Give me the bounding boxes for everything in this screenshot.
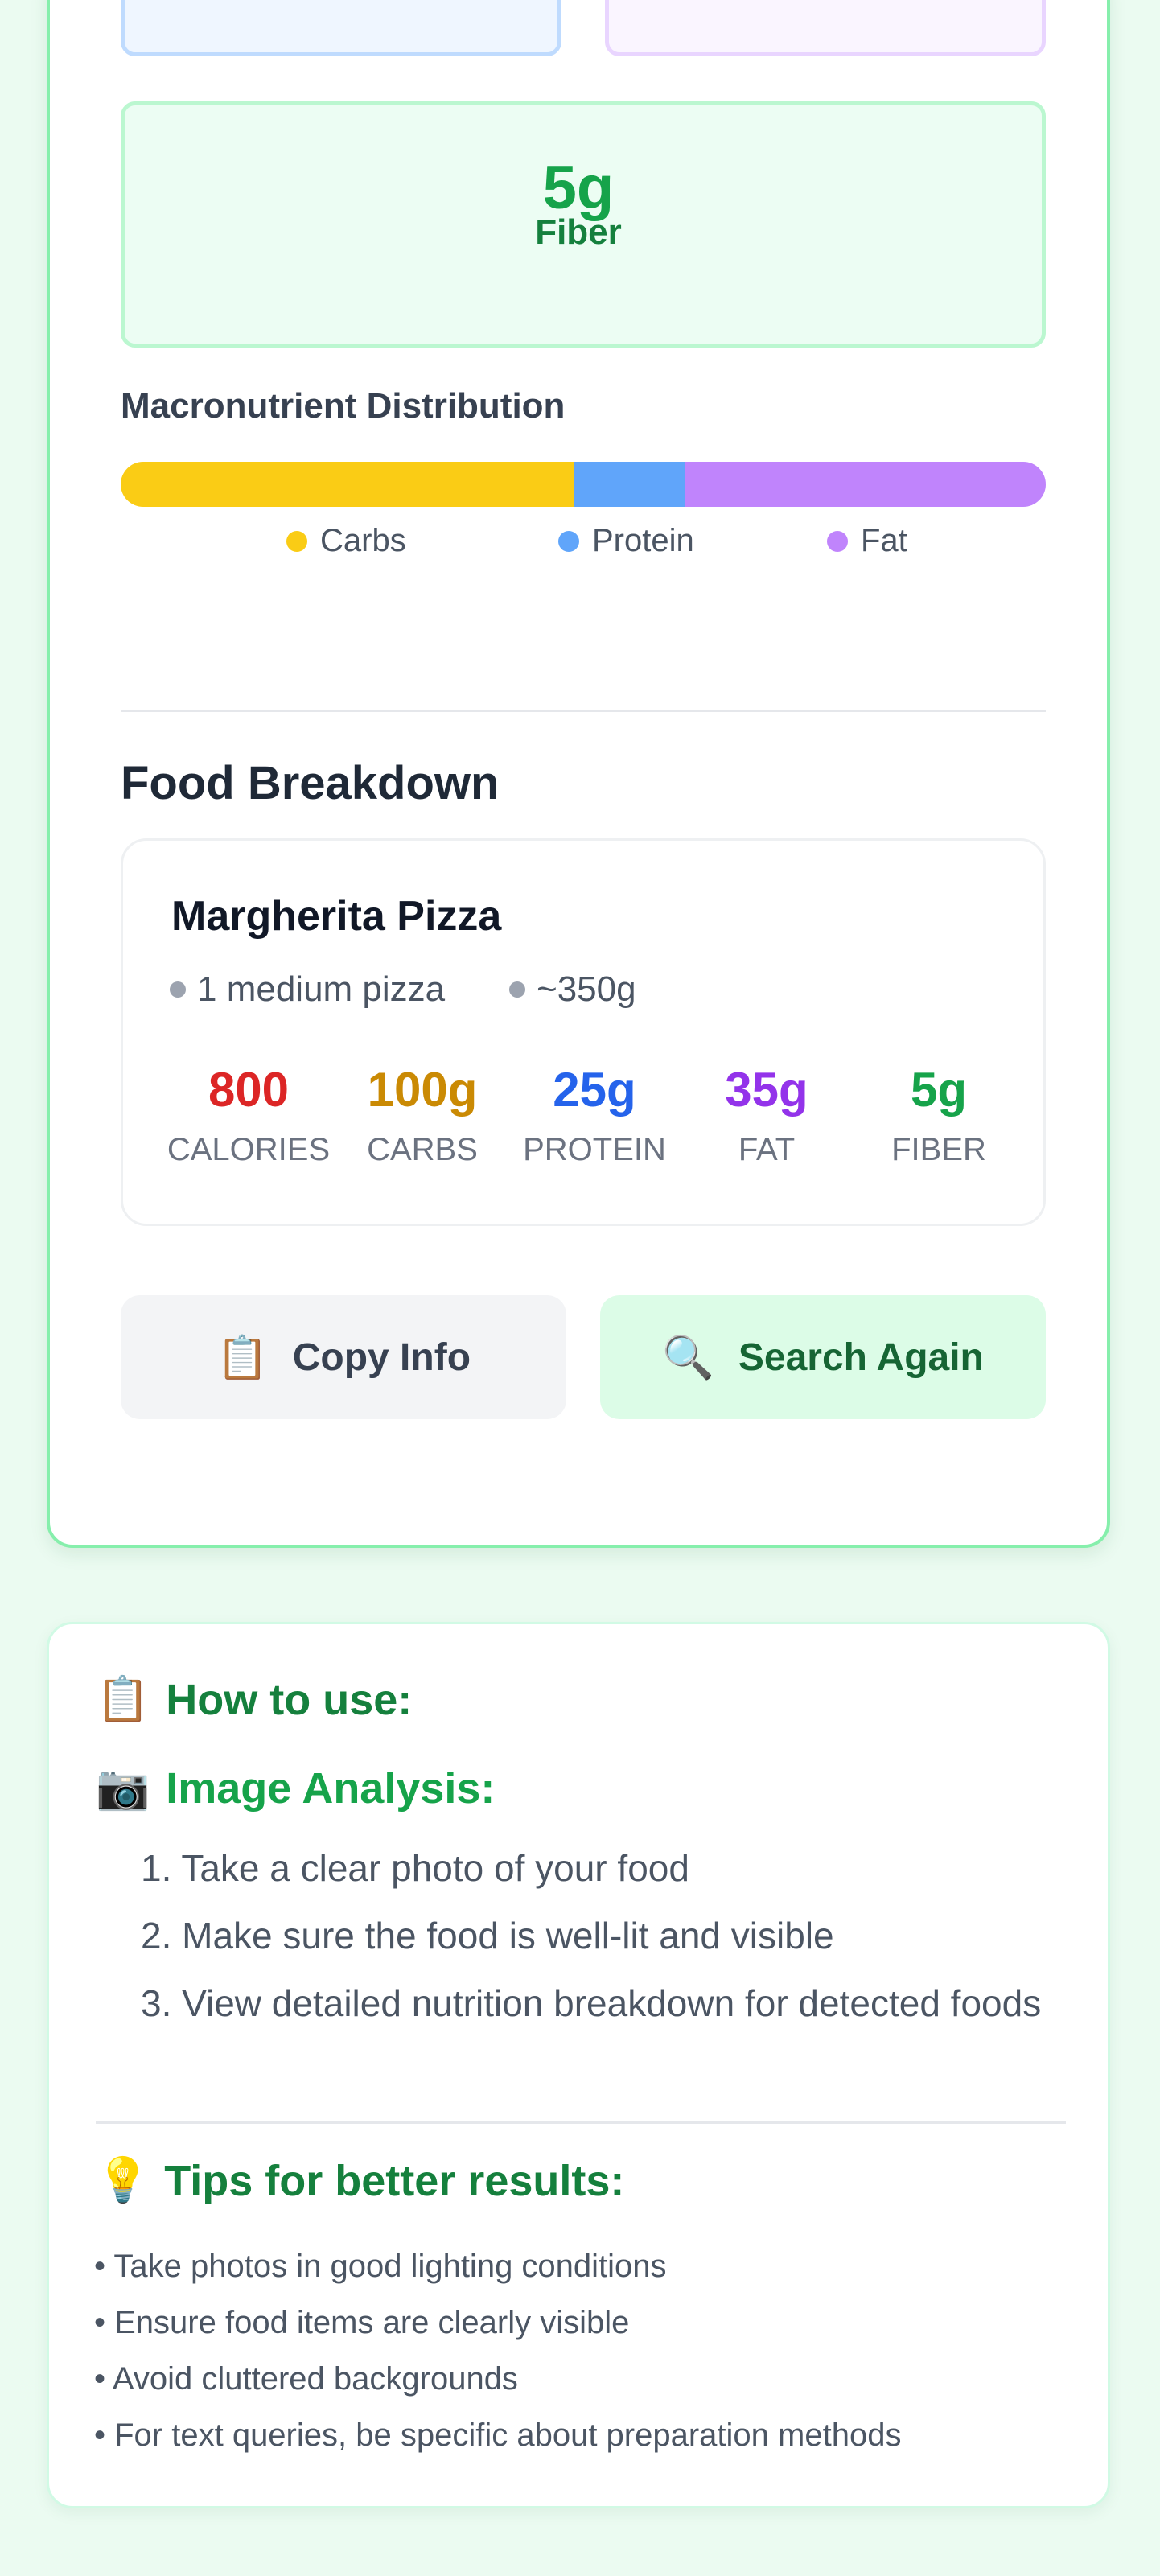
stat-fat-value: 35g (725, 1063, 808, 1117)
magnifier-icon: 🔍 (662, 1334, 714, 1381)
fiber-value: 5g (542, 154, 615, 222)
image-analysis-title: 📷 Image Analysis: (96, 1763, 495, 1813)
stat-protein-label: PROTEIN (523, 1132, 666, 1167)
step-item: 2. Make sure the food is well-lit and vi… (141, 1915, 834, 1957)
food-breakdown-title: Food Breakdown (121, 757, 500, 809)
protein-summary-box (121, 0, 561, 56)
food-name: Margherita Pizza (171, 893, 502, 940)
stat-calories-value: 800 (208, 1063, 290, 1117)
stat-fat: 35g FAT (678, 1066, 855, 1168)
stat-carbs: 100g CARBS (334, 1066, 511, 1168)
bullet-dot-icon (170, 981, 186, 998)
step-item: 1. Take a clear photo of your food (141, 1847, 689, 1889)
carbs-dot-icon (286, 530, 307, 552)
section-divider (121, 710, 1046, 712)
macro-distribution-title: Macronutrient Distribution (121, 386, 566, 426)
macro-distribution-bar (121, 462, 1046, 507)
fiber-label: Fiber (535, 212, 622, 252)
fat-segment (685, 462, 1046, 507)
tip-item: • Take photos in good lighting condition… (94, 2249, 667, 2284)
nutrition-results-card: 5g Fiber Macronutrient Distribution Carb… (47, 0, 1110, 1548)
food-portion-text: 1 medium pizza (197, 969, 446, 1009)
stat-fiber: 5g FIBER (850, 1066, 1027, 1168)
stat-fat-label: FAT (738, 1132, 796, 1167)
legend-fat-label: Fat (861, 523, 907, 558)
food-weight: ~350g (509, 969, 636, 1010)
how-to-use-title: 📋 How to use: (96, 1674, 412, 1725)
legend-carbs: Carbs (286, 523, 406, 559)
legend-protein-label: Protein (592, 523, 694, 558)
legend-fat: Fat (827, 523, 907, 559)
clipboard-icon: 📋 (216, 1334, 269, 1381)
stat-calories-label: CALORIES (167, 1132, 331, 1167)
stat-fiber-label: FIBER (891, 1132, 986, 1167)
stat-protein-value: 25g (553, 1063, 636, 1117)
bullet-dot-icon (509, 981, 525, 998)
tip-item: • Ensure food items are clearly visible (94, 2305, 630, 2340)
copy-info-label: Copy Info (292, 1335, 471, 1379)
legend-protein: Protein (558, 523, 694, 559)
carbs-segment (121, 462, 574, 507)
image-analysis-text: Image Analysis: (166, 1763, 496, 1813)
step-item: 3. View detailed nutrition breakdown for… (141, 1982, 1042, 2024)
tips-title: 💡 Tips for better results: (96, 2155, 624, 2206)
how-to-use-text: How to use: (166, 1675, 413, 1724)
fat-dot-icon (827, 530, 848, 552)
tip-item: • For text queries, be specific about pr… (94, 2418, 902, 2453)
search-again-label: Search Again (738, 1335, 984, 1379)
fat-summary-box (605, 0, 1046, 56)
camera-icon: 📷 (96, 1763, 150, 1812)
tips-title-text: Tips for better results: (164, 2156, 625, 2205)
legend-carbs-label: Carbs (320, 523, 406, 558)
lightbulb-icon: 💡 (96, 2156, 150, 2204)
stat-calories: 800 CALORIES (160, 1066, 337, 1168)
food-weight-text: ~350g (537, 969, 636, 1009)
stat-protein: 25g PROTEIN (506, 1066, 683, 1168)
food-portion: 1 medium pizza (170, 969, 445, 1010)
stat-fiber-value: 5g (910, 1063, 968, 1117)
help-divider (96, 2121, 1066, 2124)
search-again-button[interactable]: 🔍 Search Again (600, 1295, 1046, 1419)
copy-info-button[interactable]: 📋 Copy Info (121, 1295, 566, 1419)
protein-segment (574, 462, 685, 507)
how-to-use-card: 📋 How to use: 📷 Image Analysis: 1. Take … (47, 1622, 1110, 2508)
protein-dot-icon (558, 530, 579, 552)
stat-carbs-value: 100g (367, 1063, 478, 1117)
tip-item: • Avoid cluttered backgrounds (94, 2361, 518, 2397)
stat-carbs-label: CARBS (367, 1132, 478, 1167)
clipboard-icon: 📋 (96, 1675, 150, 1723)
food-item-card: Margherita Pizza 1 medium pizza ~350g 80… (121, 838, 1046, 1226)
